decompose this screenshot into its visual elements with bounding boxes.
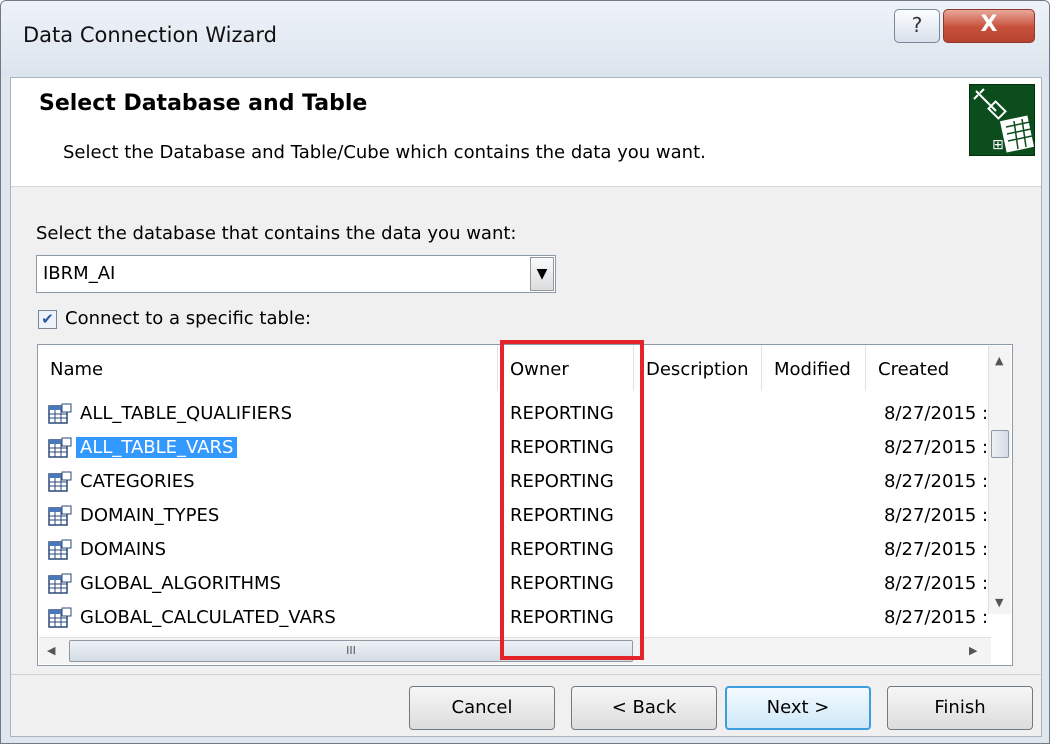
column-header-description[interactable]: Description [634,345,762,391]
database-label: Select the database that contains the da… [36,223,517,244]
help-button[interactable]: ? [894,9,940,43]
close-button[interactable]: X [943,9,1035,43]
scroll-up-icon[interactable]: ▲ [995,354,1003,367]
window-title: Data Connection Wizard [23,23,277,47]
row-name: ALL_TABLE_QUALIFIERS [80,403,292,424]
row-created: 8/27/2015 : [884,437,988,458]
scroll-down-icon[interactable]: ▼ [995,596,1003,609]
row-name: DOMAINS [80,539,167,560]
column-header-name[interactable]: Name [38,345,498,391]
svg-text:⊞: ⊞ [992,137,1004,153]
table-icon [48,573,72,595]
database-combobox[interactable]: IBRM_AI ▼ [36,255,556,293]
row-name: GLOBAL_CALCULATED_VARS [80,607,336,628]
column-header-modified[interactable]: Modified [762,345,866,391]
vertical-scroll-thumb[interactable] [991,430,1009,458]
row-created: 8/27/2015 : [884,505,988,526]
row-created: 8/27/2015 : [884,403,988,424]
back-button[interactable]: < Back [571,686,717,730]
row-created: 8/27/2015 : [884,539,988,560]
row-name: GLOBAL_ALGORITHMS [80,573,281,594]
database-value: IBRM_AI [43,263,116,284]
next-button[interactable]: Next > [725,686,871,730]
data-connection-plug-icon: ⊞ [969,84,1035,156]
table-icon [48,471,72,493]
page-subtitle: Select the Database and Table/Cube which… [63,142,706,163]
wizard-content: Select Database and Table Select the Dat… [10,77,1042,737]
table-icon [48,403,72,425]
row-created: 8/27/2015 : [884,471,988,492]
finish-button[interactable]: Finish [887,686,1033,730]
vertical-scrollbar[interactable]: ▲ ▼ [988,346,1011,614]
row-name: DOMAIN_TYPES [80,505,220,526]
table-icon [48,505,72,527]
specific-table-checkbox[interactable]: ✔ [38,310,57,329]
wizard-header: Select Database and Table Select the Dat… [11,78,1041,187]
row-created: 8/27/2015 : [884,573,988,594]
wizard-window: Data Connection Wizard ? X Select Databa… [0,0,1050,744]
row-created: 8/27/2015 : [884,607,988,628]
title-bar: Data Connection Wizard ? X [1,1,1049,77]
table-icon [48,437,72,459]
scroll-left-icon[interactable]: ◀ [47,644,55,657]
row-name: CATEGORIES [80,471,195,492]
table-icon [48,607,72,629]
table-icon [48,539,72,561]
scroll-right-icon[interactable]: ▶ [969,644,977,657]
footer-divider [11,674,1041,675]
page-title: Select Database and Table [39,91,368,116]
specific-table-label: Connect to a specific table: [65,308,312,329]
owner-column-highlight [500,340,644,660]
column-header-created[interactable]: Created [866,345,992,391]
cancel-button[interactable]: Cancel [409,686,555,730]
chevron-down-icon[interactable]: ▼ [530,257,554,291]
row-name: ALL_TABLE_VARS [76,437,238,458]
